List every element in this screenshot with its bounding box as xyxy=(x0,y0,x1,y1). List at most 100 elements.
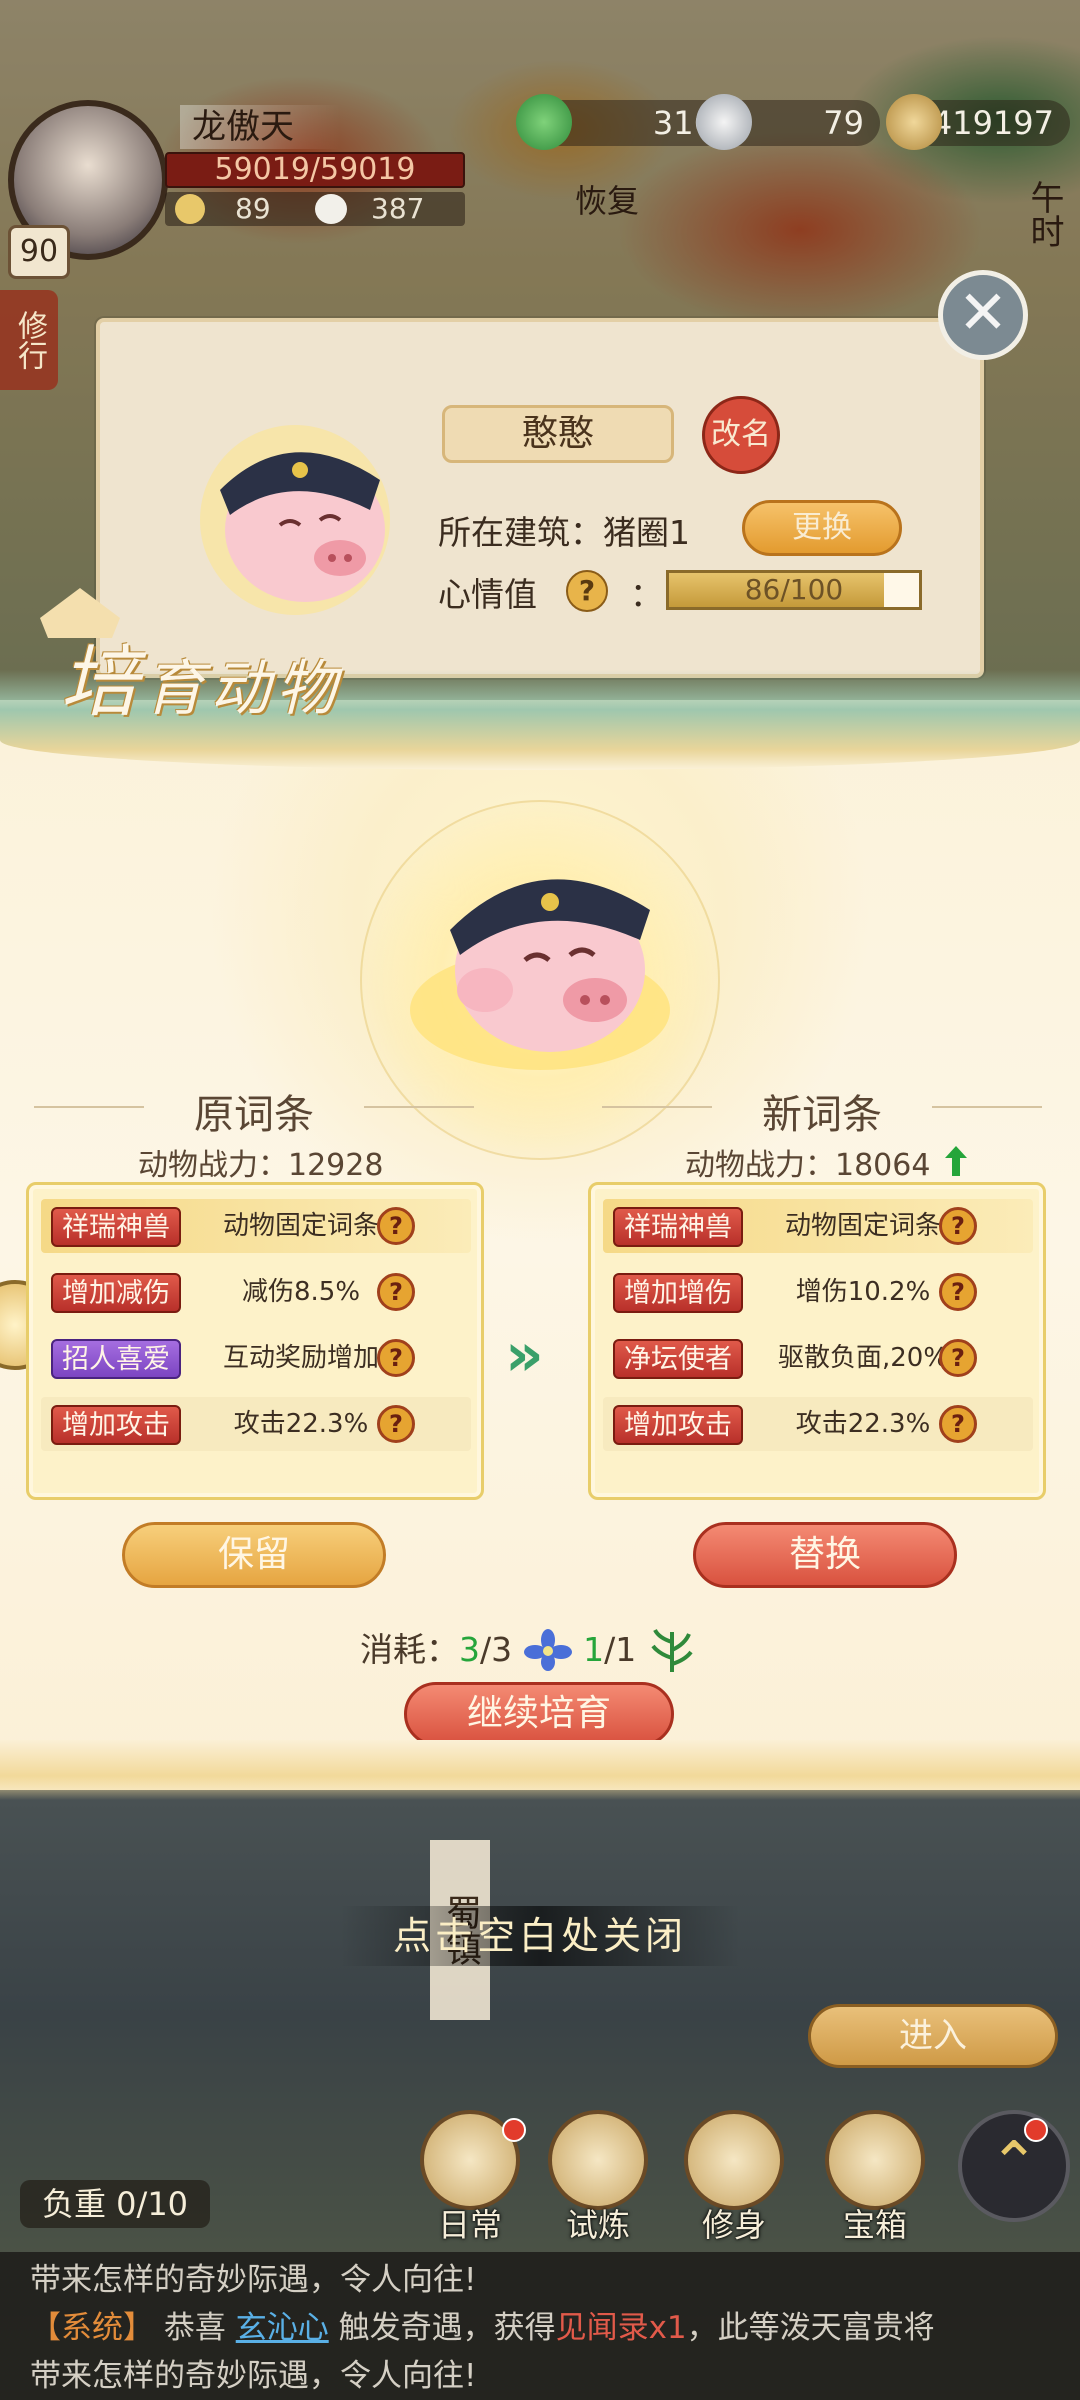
mood-help-icon[interactable]: ? xyxy=(566,570,608,612)
cost-a-need: /3 xyxy=(480,1630,513,1669)
help-icon[interactable]: ? xyxy=(939,1273,977,1311)
old-traits-card: 祥瑞神兽 动物固定词条 ? 增加减伤 减伤8.5% ? 招人喜爱 互动奖励增加 … xyxy=(26,1182,484,1500)
help-icon[interactable]: ? xyxy=(939,1339,977,1377)
sword-icon xyxy=(548,2110,648,2210)
trait-tag: 净坛使者 xyxy=(613,1339,743,1379)
silver-ingot-icon xyxy=(696,94,752,150)
blue-flower-icon xyxy=(523,1629,572,1671)
trait-tag: 增加攻击 xyxy=(613,1405,743,1445)
nav-cultivate-label: 修身 xyxy=(701,2206,766,2244)
help-icon[interactable]: ? xyxy=(377,1339,415,1377)
double-arrow-right-icon: » xyxy=(505,1320,544,1390)
jade-dragon-icon xyxy=(516,94,572,150)
swap-building-button[interactable]: 更换 xyxy=(742,500,902,556)
mood-label: 心情值 xyxy=(438,575,537,614)
currency-silver-value: 79 xyxy=(823,104,864,142)
power-up-arrow-icon xyxy=(945,1146,967,1176)
recover-label[interactable]: 恢复 xyxy=(575,176,639,222)
trait-row: 增加增伤 增伤10.2% ? xyxy=(603,1265,1033,1319)
cost-b-need: /1 xyxy=(604,1630,637,1669)
mood-value: 86/100 xyxy=(744,573,844,606)
breed-title-big: 培 xyxy=(60,638,145,728)
help-icon[interactable]: ? xyxy=(939,1405,977,1443)
nav-treasure-label: 宝箱 xyxy=(842,2206,907,2244)
chat-line: 【系统】 恭喜 玄沁心 触发奇遇，获得见闻录x1，此等泼天富贵将 xyxy=(30,2304,1050,2352)
help-icon[interactable]: ? xyxy=(377,1273,415,1311)
help-icon[interactable]: ? xyxy=(377,1207,415,1245)
player-level-badge: 90 xyxy=(8,225,70,279)
close-icon[interactable]: ✕ xyxy=(938,270,1028,360)
nav-trial-label: 试炼 xyxy=(565,2206,630,2244)
pet-pig-portrait xyxy=(200,425,390,615)
bowl-icon xyxy=(175,194,205,224)
building-label: 所在建筑：猪圈1 xyxy=(438,513,690,552)
chat-line: 带来怎样的奇妙际遇，令人向往! xyxy=(30,2358,477,2394)
coin-pile-icon xyxy=(886,94,942,150)
mood-colon: ： xyxy=(630,575,663,614)
cost-label: 消耗： xyxy=(360,1630,459,1669)
pet-name: 憨憨 xyxy=(442,405,674,463)
help-icon[interactable]: ? xyxy=(377,1405,415,1443)
chat-feed[interactable]: 带来怎样的奇妙际遇，令人向往! 【系统】 恭喜 玄沁心 触发奇遇，获得见闻录x1… xyxy=(0,2252,1080,2400)
currency-coin[interactable]: 419197 xyxy=(886,94,1070,150)
new-traits-title: 新词条 xyxy=(602,1082,1042,1140)
stat-a-value: 89 xyxy=(235,192,271,225)
nav-treasure[interactable]: 宝箱 xyxy=(815,2110,935,2250)
new-power: 动物战力：18064 xyxy=(685,1148,931,1183)
nav-cultivate[interactable]: 修身 xyxy=(674,2110,794,2250)
expand-menu-icon[interactable]: ⌃ xyxy=(958,2110,1070,2222)
load-capacity: 负重 0/10 xyxy=(20,2180,210,2228)
trait-row: 净坛使者 驱散负面,20% ? xyxy=(603,1331,1033,1385)
trait-tag: 增加增伤 xyxy=(613,1273,743,1313)
currency-silver[interactable]: 79 xyxy=(696,94,880,150)
notification-dot xyxy=(502,2118,526,2142)
tap-to-close-hint[interactable]: 点击空白处关闭 xyxy=(340,1906,740,1966)
trait-tag: 增加减伤 xyxy=(51,1273,181,1313)
sub-stats: 89 387 xyxy=(165,192,465,226)
time-of-day: 午时 xyxy=(1024,180,1064,248)
nav-daily-label: 日常 xyxy=(437,2206,502,2244)
trait-row: 祥瑞神兽 动物固定词条 ? xyxy=(603,1199,1033,1253)
treasure-chest-icon xyxy=(825,2110,925,2210)
trait-row: 增加攻击 攻击22.3% ? xyxy=(41,1397,471,1451)
chat-line: 带来怎样的奇妙际遇，令人向往! xyxy=(30,2262,477,2298)
currency-coin-value: 419197 xyxy=(931,104,1054,142)
green-herb-icon xyxy=(651,1629,693,1672)
breed-panel-bottom-decor xyxy=(0,1740,1080,1800)
replace-button[interactable]: 替换 xyxy=(693,1522,957,1588)
stat-b-value: 387 xyxy=(371,192,425,225)
old-power: 动物战力：12928 xyxy=(138,1148,384,1183)
trait-tag: 增加攻击 xyxy=(51,1405,181,1445)
keep-button[interactable]: 保留 xyxy=(122,1522,386,1588)
chat-text: 触发奇遇，获得 xyxy=(328,2310,556,2346)
bun-icon xyxy=(315,194,347,224)
hp-bar: 59019/59019 xyxy=(165,152,465,188)
help-icon[interactable]: ? xyxy=(939,1207,977,1245)
chat-item-link[interactable]: 见闻录x1 xyxy=(556,2310,687,2346)
chat-user-link[interactable]: 玄沁心 xyxy=(236,2310,329,2346)
nav-trial[interactable]: 试炼 xyxy=(538,2110,658,2250)
chat-system-tag: 【系统】 xyxy=(30,2310,154,2346)
trait-row: 祥瑞神兽 动物固定词条 ? xyxy=(41,1199,471,1253)
cost-a-have: 3 xyxy=(459,1630,480,1669)
cultivate-side-button[interactable]: 修行 xyxy=(0,290,58,390)
chat-text: ，此等泼天富贵将 xyxy=(686,2310,935,2346)
brush-icon xyxy=(684,2110,784,2210)
trait-tag: 招人喜爱 xyxy=(51,1339,181,1379)
cost-row: 消耗：3/3 1/1 xyxy=(360,1628,697,1672)
chat-text: 恭喜 xyxy=(154,2310,236,2346)
pet-pig-main-icon xyxy=(410,879,670,1070)
trait-row: 增加攻击 攻击22.3% ? xyxy=(603,1397,1033,1451)
trait-row: 招人喜爱 互动奖励增加 ? xyxy=(41,1331,471,1385)
trait-tag: 祥瑞神兽 xyxy=(51,1207,181,1247)
trait-tag: 祥瑞神兽 xyxy=(613,1207,743,1247)
continue-breed-button[interactable]: 继续培育 xyxy=(404,1682,674,1746)
rename-button[interactable]: 改名 xyxy=(702,396,780,474)
cost-b-have: 1 xyxy=(583,1630,605,1669)
enter-button[interactable]: 进入 xyxy=(808,2004,1058,2068)
breed-title: 培育动物 xyxy=(60,620,342,732)
trait-row: 增加减伤 减伤8.5% ? xyxy=(41,1265,471,1319)
breed-title-rest: 育动物 xyxy=(144,654,343,724)
notification-dot xyxy=(1024,2118,1048,2142)
mood-bar: 86/100 xyxy=(666,570,922,610)
